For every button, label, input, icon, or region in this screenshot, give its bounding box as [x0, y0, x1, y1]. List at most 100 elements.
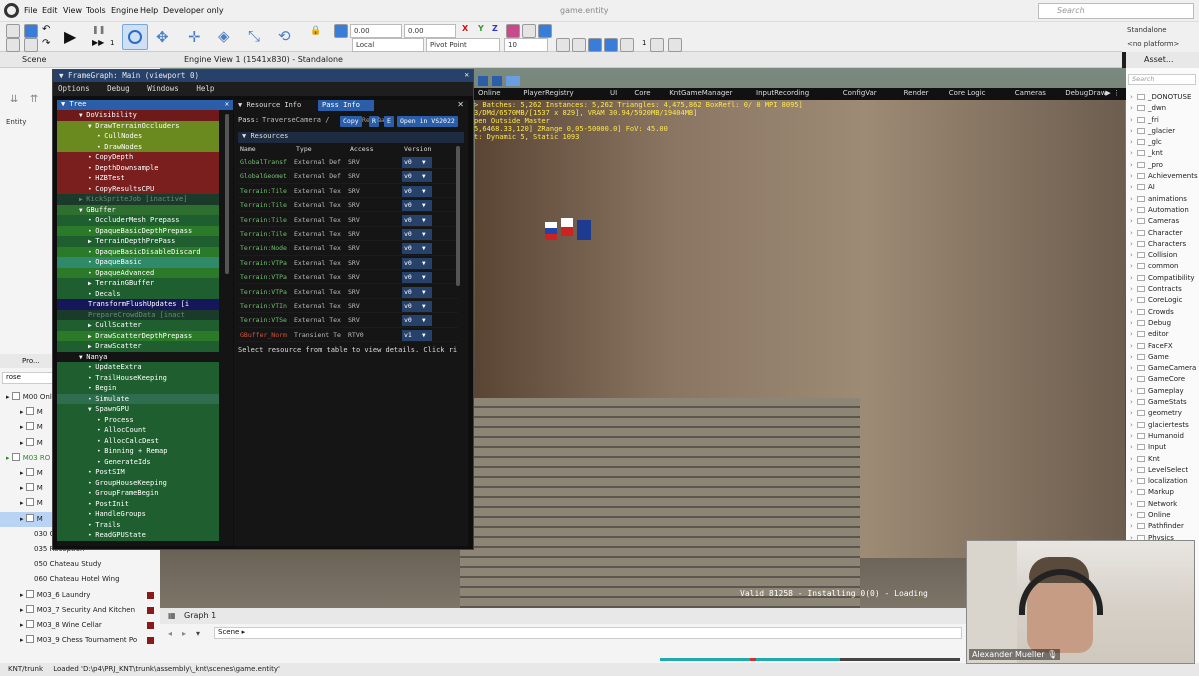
framegraph-tree-node[interactable]: ▶ DrawScatterDepthPrepass — [57, 330, 219, 341]
save-icon[interactable] — [6, 38, 20, 52]
asset-folder[interactable]: › FaceFX — [1128, 341, 1198, 352]
resource-row[interactable]: Terrain:Tile External Tex SRV v0 ▼ — [238, 184, 458, 199]
framegraph-tree-node[interactable]: • HandleGroups — [57, 509, 219, 520]
chevron-right-icon[interactable]: › — [1130, 171, 1137, 182]
framegraph-tree-node[interactable]: • PostSIM — [57, 467, 219, 478]
framegraph-tree-node[interactable]: • DrawNodes — [57, 141, 219, 152]
version-select[interactable]: v0 ▼ — [402, 286, 432, 298]
framegraph-tree-node[interactable]: • GroupHouseKeeping — [57, 477, 219, 488]
framegraph-tree-node[interactable]: • Decals — [57, 288, 219, 299]
chevron-right-icon[interactable]: › — [1130, 205, 1137, 216]
asset-folder[interactable]: › _pro — [1128, 160, 1198, 171]
framegraph-tree-node[interactable]: • Binning + Remap — [57, 446, 219, 457]
framegraph-tree-node[interactable]: ▶ DrawScatter — [57, 341, 219, 352]
graph-forward-icon[interactable]: ▸ — [182, 629, 186, 638]
resource-row[interactable]: Terrain:VTPa External Tex SRV v0 ▼ — [238, 256, 458, 271]
resource-row[interactable]: Terrain:VTSe External Tex SRV v0 ▼ — [238, 313, 458, 328]
chevron-right-icon[interactable]: › — [1130, 295, 1137, 306]
tree-close-icon[interactable]: ✕ — [225, 100, 229, 108]
menu-edit[interactable]: Edit — [42, 6, 58, 15]
asset-folder[interactable]: › Debug — [1128, 318, 1198, 329]
asset-folder[interactable]: › Input — [1128, 442, 1198, 453]
dropdown-arrow-icon[interactable]: ▼ — [422, 258, 426, 269]
resource-row[interactable]: Terrain:VTIn External Tex SRV v0 ▼ — [238, 299, 458, 314]
view-mode-icon[interactable] — [588, 38, 602, 52]
dropdown-arrow-icon[interactable]: ▼ — [422, 229, 426, 240]
chevron-right-icon[interactable]: › — [1130, 521, 1137, 532]
version-select[interactable]: v0 ▼ — [402, 200, 432, 212]
chevron-right-icon[interactable]: › — [1130, 284, 1137, 295]
chevron-right-icon[interactable]: › — [1130, 510, 1137, 521]
visibility-checkbox[interactable] — [25, 422, 34, 431]
dropdown-arrow-icon[interactable]: ▼ — [422, 171, 426, 182]
visibility-checkbox[interactable] — [25, 513, 34, 522]
viewport-debug-tab[interactable]: Core Logic — [949, 89, 986, 97]
viewport-icon-a[interactable] — [478, 76, 488, 86]
framegraph-tree-node[interactable]: • OpaqueAdvanced — [57, 267, 219, 278]
magnet-icon[interactable] — [506, 24, 520, 38]
viewport-debug-tab[interactable]: InputRecording — [756, 89, 809, 97]
chevron-right-icon[interactable]: › — [1130, 465, 1137, 476]
visibility-checkbox[interactable] — [25, 468, 34, 476]
framegraph-tree-node[interactable]: • GenerateIds — [57, 456, 219, 467]
resource-row[interactable]: Terrain:Tile External Tex SRV v0 ▼ — [238, 213, 458, 227]
chevron-right-icon[interactable]: › — [1130, 92, 1137, 103]
menu-view[interactable]: View — [63, 6, 82, 15]
platform-sub[interactable]: <no platform> — [1124, 38, 1196, 52]
asset-folder[interactable]: › Pathfinder — [1128, 521, 1198, 532]
visibility-checkbox[interactable] — [25, 635, 34, 644]
asset-folder[interactable]: › Contracts — [1128, 284, 1198, 295]
chevron-right-icon[interactable]: › — [1130, 228, 1137, 239]
graph-tab[interactable]: Graph 1 — [184, 611, 216, 620]
chevron-right-icon[interactable]: › — [1130, 408, 1137, 419]
asset-folder[interactable]: › Characters — [1128, 239, 1198, 250]
viewport-debug-tab[interactable]: Online — [478, 89, 501, 97]
asset-folder[interactable]: › Crowds — [1128, 307, 1198, 318]
framegraph-tree-node[interactable]: • CopyResultsCPU — [57, 183, 219, 194]
asset-folder[interactable]: › _glc — [1128, 137, 1198, 148]
chevron-right-icon[interactable]: › — [1130, 487, 1137, 498]
resource-row[interactable]: GlobalTransf External Def SRV v0 ▼ — [238, 155, 458, 170]
menu-engine[interactable]: Engine — [111, 6, 138, 15]
dropdown-arrow-icon[interactable]: ▼ — [422, 330, 426, 341]
collapse-icon[interactable]: ⇊ — [10, 94, 18, 105]
move-tool-icon[interactable]: ✥ — [156, 28, 169, 46]
chevron-right-icon[interactable]: › — [1130, 341, 1137, 352]
chevron-right-icon[interactable]: › — [1130, 148, 1137, 159]
chevron-right-icon[interactable]: › — [1130, 160, 1137, 171]
framegraph-tree-node[interactable]: PrepareCrowdData [inact — [57, 309, 219, 320]
viewport-debug-tab[interactable]: Core — [634, 89, 650, 97]
asset-folder[interactable]: › common — [1128, 261, 1198, 272]
asset-folder[interactable]: › editor — [1128, 329, 1198, 340]
resource-row[interactable]: Terrain:Tile External Tex SRV v0 ▼ — [238, 227, 458, 242]
chevron-right-icon[interactable]: › — [1130, 103, 1137, 114]
chevron-right-icon[interactable]: › — [1130, 239, 1137, 250]
platform-selector[interactable]: Standalone <no platform> — [1122, 22, 1199, 52]
dropdown-arrow-icon[interactable]: ▼ — [422, 215, 426, 226]
visibility-checkbox[interactable] — [25, 437, 34, 446]
framegraph-tree-node[interactable]: ▶ KickSpriteJob [inactive] — [57, 194, 219, 205]
dropdown-arrow-icon[interactable]: ▼ — [422, 287, 426, 298]
chevron-right-icon[interactable]: › — [1130, 261, 1137, 272]
viewport-debug-tab[interactable]: PlayerRegistry — [523, 89, 573, 97]
new-icon[interactable] — [6, 24, 20, 38]
dropdown-arrow-icon[interactable]: ▼ — [422, 315, 426, 326]
framegraph-tree-node[interactable]: ▼ SpawnGPU — [57, 404, 219, 415]
version-select[interactable]: v0 ▼ — [402, 185, 432, 197]
tabs-more-icon[interactable]: ▶ ⋮ — [1105, 89, 1120, 97]
gear-icon[interactable] — [24, 24, 38, 38]
viewport-debug-tab[interactable]: Render — [904, 89, 929, 97]
copy-button[interactable]: Copy — [340, 116, 362, 127]
framegraph-tree-node[interactable]: ▼ DrawTerrainOccluders — [57, 120, 219, 131]
pause-icon[interactable]: ❚❚ — [92, 25, 105, 34]
asset-folder[interactable]: › _glacier — [1128, 126, 1198, 137]
undo-icon[interactable]: ↶ — [42, 24, 50, 35]
framegraph-tree-node[interactable]: • Trails — [57, 519, 219, 530]
framegraph-tree-node[interactable]: • GroupFrameBegin — [57, 488, 219, 499]
fg-menu-windows[interactable]: Windows — [147, 84, 179, 93]
visibility-checkbox[interactable] — [25, 589, 34, 598]
viewport-debug-tab[interactable]: Cameras — [1015, 89, 1046, 97]
viewport-debug-tab[interactable]: KntGameManager — [669, 89, 732, 97]
col-type[interactable]: Type — [296, 145, 312, 153]
chevron-right-icon[interactable]: › — [1130, 182, 1137, 193]
